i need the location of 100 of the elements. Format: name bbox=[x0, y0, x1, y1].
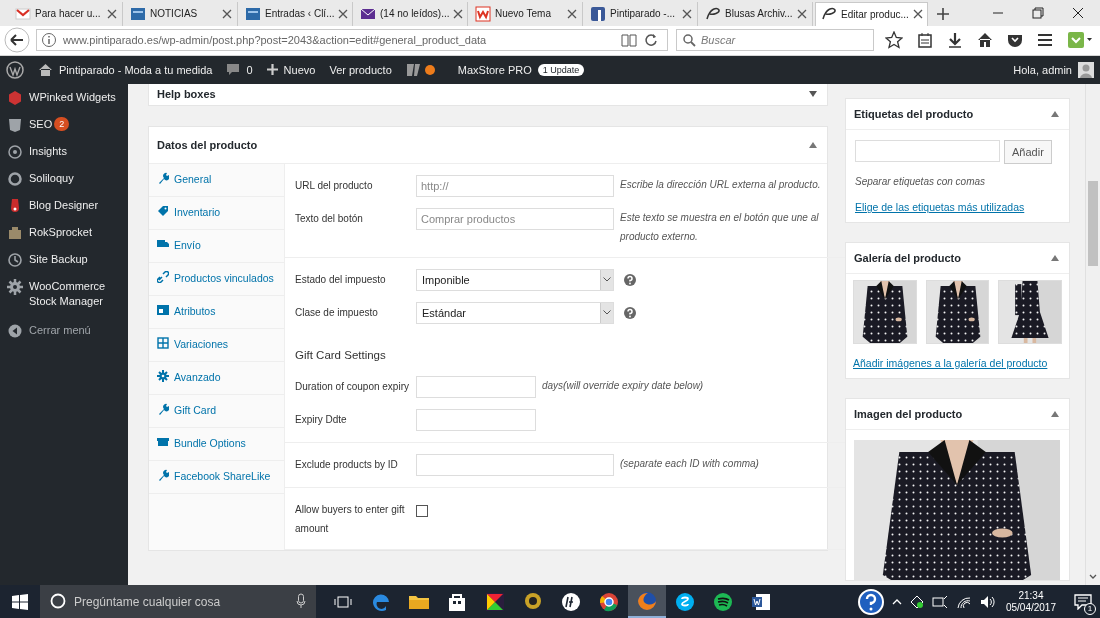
product-data-tab[interactable]: Avanzado bbox=[149, 361, 284, 395]
link[interactable]: Elige de las etiquetas más utilizadas bbox=[855, 200, 1025, 213]
product-data-tab[interactable]: Gift Card bbox=[149, 394, 284, 428]
menu-item[interactable]: Site Backup bbox=[0, 246, 128, 274]
dropdown[interactable]: Imponible bbox=[416, 268, 614, 291]
address-bar[interactable]: www.pintiparado.es/wp-admin/post.php?post=2043&action=edit#general_product_data bbox=[36, 29, 668, 52]
close-icon[interactable] bbox=[1072, 6, 1084, 19]
field-label: Estado del impuesto bbox=[295, 272, 387, 287]
browser-tab[interactable]: Nuevo Tema bbox=[470, 1, 583, 26]
field-description: Este texto se muestra en el botón que une al producto externo. bbox=[620, 210, 820, 244]
task-view-icon[interactable] bbox=[334, 594, 352, 609]
product-data-tab[interactable]: Atributos bbox=[149, 295, 284, 329]
clipboard-icon[interactable] bbox=[917, 32, 933, 49]
toggle-arrow-icon[interactable] bbox=[809, 141, 817, 148]
book-icon[interactable] bbox=[621, 33, 637, 48]
product-data-tab[interactable]: Variaciones bbox=[149, 328, 284, 362]
dropdown[interactable]: Estándar bbox=[416, 301, 614, 324]
notification-count: 1 bbox=[1084, 603, 1096, 615]
wordpress-logo-icon[interactable] bbox=[6, 60, 24, 79]
caret-up-icon[interactable] bbox=[891, 597, 902, 606]
field-label: Exclude products by ID bbox=[295, 457, 399, 472]
browser-tab[interactable]: Pintiparado -... bbox=[585, 1, 698, 26]
account-link[interactable]: Hola, admin bbox=[1013, 61, 1094, 78]
seo-status-icon[interactable] bbox=[405, 61, 436, 78]
close-icon[interactable] bbox=[453, 8, 464, 19]
menu-item[interactable]: WPinked Widgets bbox=[0, 84, 128, 112]
comments-link[interactable]: 0 bbox=[226, 63, 253, 77]
collapse-menu-button[interactable]: Cerrar menú bbox=[0, 314, 128, 345]
menu-icon[interactable] bbox=[1037, 32, 1053, 49]
scrollbar-thumb[interactable] bbox=[1088, 180, 1098, 266]
home-icon[interactable] bbox=[977, 32, 993, 49]
microphone-icon[interactable] bbox=[296, 593, 306, 609]
browser-tab[interactable]: (14 no leídos)... bbox=[355, 1, 468, 26]
menu-item[interactable]: Blog Designer bbox=[0, 192, 128, 220]
checkbox[interactable] bbox=[416, 504, 428, 517]
toggle-arrow-icon[interactable] bbox=[1051, 254, 1059, 261]
search-field[interactable]: Buscar bbox=[676, 29, 874, 52]
scrollbar[interactable] bbox=[1085, 83, 1100, 585]
menu-item[interactable]: Insights bbox=[0, 138, 128, 166]
site-name-link[interactable]: Pintiparado - Moda a tu medida bbox=[38, 62, 213, 77]
download-icon[interactable] bbox=[947, 32, 963, 49]
search-field[interactable]: Pregúntame cualquier cosa bbox=[40, 585, 316, 618]
product-data-tab[interactable]: Inventario bbox=[149, 196, 284, 230]
browser-tab[interactable]: NOTICIAS bbox=[125, 1, 238, 26]
product-data-tab[interactable]: Facebook ShareLike bbox=[149, 460, 284, 494]
star-icon[interactable] bbox=[885, 31, 903, 50]
input-field[interactable]: Comprar productos bbox=[416, 207, 614, 230]
network-icon[interactable] bbox=[931, 594, 948, 609]
close-icon[interactable] bbox=[107, 8, 117, 19]
start-icon[interactable] bbox=[12, 593, 28, 610]
back-icon[interactable] bbox=[4, 27, 30, 54]
product-data-tab[interactable]: Productos vinculados bbox=[149, 262, 284, 296]
menu-item[interactable]: Soliloquy bbox=[0, 165, 128, 193]
home-icon bbox=[38, 62, 53, 77]
close-icon[interactable] bbox=[797, 8, 807, 19]
fox-browser-icon bbox=[636, 589, 658, 612]
product-data-tab[interactable]: Bundle Options bbox=[149, 427, 284, 461]
input-field[interactable]: http:// bbox=[416, 174, 614, 197]
toggle-arrow-icon[interactable] bbox=[1051, 410, 1059, 417]
view-link[interactable]: Ver producto bbox=[329, 63, 392, 76]
reload-icon[interactable] bbox=[643, 32, 659, 49]
truck-icon bbox=[157, 237, 169, 250]
menu-item[interactable]: WooCommerce Stock Manager bbox=[0, 273, 128, 315]
menu-item[interactable]: RokSprocket bbox=[0, 219, 128, 247]
product-data-tab[interactable]: General bbox=[149, 163, 284, 197]
add-button[interactable]: Añadir bbox=[1004, 139, 1052, 164]
input-field[interactable] bbox=[416, 453, 614, 476]
menu-item[interactable]: SEO 2 bbox=[0, 111, 128, 139]
link[interactable]: Añadir imágenes a la galería del producto bbox=[853, 356, 1048, 369]
restore-icon[interactable] bbox=[1032, 6, 1044, 19]
close-icon[interactable] bbox=[567, 8, 577, 19]
tag-input-field[interactable] bbox=[855, 139, 1000, 162]
browser-tab[interactable]: Blusas Archiv... bbox=[700, 1, 813, 26]
input-field[interactable] bbox=[416, 375, 536, 398]
wrench-icon bbox=[157, 402, 169, 415]
update-badge: 1 Update bbox=[537, 63, 585, 76]
browser-tab[interactable]: Editar produc... bbox=[815, 1, 928, 26]
new-link[interactable]: Nuevo bbox=[266, 63, 316, 76]
avatar-icon bbox=[1078, 61, 1094, 78]
toggle-arrow-icon[interactable] bbox=[809, 91, 817, 98]
volume-icon[interactable] bbox=[979, 594, 996, 609]
info-icon[interactable] bbox=[41, 32, 57, 49]
toggle-arrow-icon[interactable] bbox=[1051, 110, 1059, 117]
plugin-link[interactable]: MaxStore PRO 1 Update bbox=[457, 63, 585, 76]
wifi-icon[interactable] bbox=[955, 594, 972, 609]
product-data-tab[interactable]: Envío bbox=[149, 229, 284, 263]
close-icon[interactable] bbox=[222, 8, 232, 19]
scroll-down-icon[interactable] bbox=[1088, 573, 1098, 581]
browser-tab[interactable]: Para hacer u... bbox=[10, 1, 123, 26]
notification-button[interactable]: 1 bbox=[1066, 585, 1100, 618]
clock[interactable]: 21:34 05/04/2017 bbox=[1005, 589, 1056, 614]
input-field[interactable] bbox=[416, 408, 536, 431]
close-icon[interactable] bbox=[912, 9, 923, 20]
close-icon[interactable] bbox=[338, 8, 349, 19]
collapse-icon bbox=[7, 322, 23, 339]
pocket-icon[interactable] bbox=[1007, 32, 1023, 49]
close-icon[interactable] bbox=[682, 8, 692, 19]
plus-icon[interactable] bbox=[936, 6, 950, 21]
browser-tab[interactable]: Entradas ‹ Clí... bbox=[240, 1, 353, 26]
help-icon[interactable] bbox=[857, 588, 884, 615]
